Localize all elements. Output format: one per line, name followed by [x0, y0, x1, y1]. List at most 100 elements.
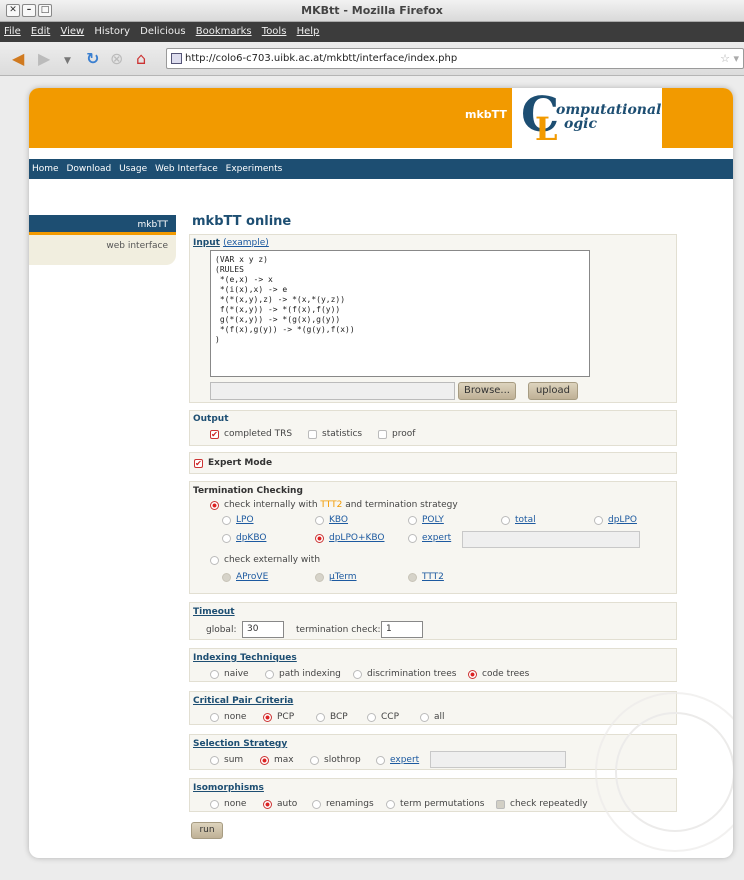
radio-icon[interactable] [367, 712, 376, 722]
home-icon[interactable]: ⌂ [136, 50, 146, 68]
radio-icon[interactable] [408, 533, 417, 543]
checkbox-icon[interactable] [378, 429, 387, 439]
radio-icon[interactable] [260, 755, 269, 765]
global-timeout-input[interactable]: 30 [242, 621, 284, 638]
criteria-ccp[interactable]: CCP [367, 712, 399, 722]
radio-icon[interactable] [210, 555, 219, 565]
close-window-button[interactable]: ✕ [6, 4, 20, 17]
back-arrow-icon[interactable]: ◀ [12, 50, 24, 68]
option-label[interactable]: µTerm [329, 572, 357, 582]
termination-timeout-input[interactable]: 1 [381, 621, 423, 638]
strategy-poly[interactable]: POLY [408, 515, 444, 525]
iso-renamings[interactable]: renamings [312, 799, 374, 809]
option-label[interactable]: LPO [236, 515, 254, 525]
radio-icon[interactable] [210, 799, 219, 809]
forward-arrow-icon[interactable]: ▶ [38, 50, 50, 68]
strategy-expert-input[interactable] [462, 531, 640, 548]
nav-web-interface[interactable]: Web Interface [155, 164, 218, 174]
menu-history[interactable]: History [94, 26, 130, 37]
option-label[interactable]: AProVE [236, 572, 268, 582]
option-label[interactable]: dpKBO [236, 533, 266, 543]
radio-icon[interactable] [386, 799, 395, 809]
maximize-window-button[interactable]: □ [38, 4, 52, 17]
radio-icon[interactable] [315, 572, 324, 582]
strategy-dpkbo[interactable]: dpKBO [222, 533, 266, 543]
radio-icon[interactable] [594, 515, 603, 525]
radio-icon[interactable] [315, 533, 324, 543]
nav-home[interactable]: Home [32, 164, 59, 174]
indexing-path[interactable]: path indexing [265, 669, 341, 679]
minimize-window-button[interactable]: – [22, 4, 36, 17]
bookmark-star-icon[interactable]: ☆ ▾ [720, 49, 739, 68]
option-label[interactable]: expert [390, 755, 419, 765]
radio-icon[interactable] [310, 755, 319, 765]
checkbox-icon[interactable] [496, 799, 505, 809]
output-completed-trs[interactable]: ✔ completed TRS [210, 429, 292, 439]
criteria-none[interactable]: none [210, 712, 246, 722]
option-label[interactable]: POLY [422, 515, 444, 525]
indexing-discrimination-trees[interactable]: discrimination trees [353, 669, 456, 679]
url-bar[interactable]: http://colo6-c703.uibk.ac.at/mkbtt/inter… [166, 48, 744, 69]
strategy-lpo[interactable]: LPO [222, 515, 254, 525]
file-path-field[interactable] [210, 382, 455, 400]
radio-icon[interactable] [312, 799, 321, 809]
selection-slothrop[interactable]: slothrop [310, 755, 361, 765]
radio-icon[interactable] [408, 572, 417, 582]
radio-icon[interactable] [315, 515, 324, 525]
option-label[interactable]: KBO [329, 515, 348, 525]
criteria-bcp[interactable]: BCP [316, 712, 348, 722]
strategy-kbo[interactable]: KBO [315, 515, 348, 525]
stop-icon[interactable]: ⊗ [110, 50, 123, 68]
selection-sum[interactable]: sum [210, 755, 243, 765]
nav-download[interactable]: Download [66, 164, 111, 174]
external-ttt2[interactable]: TTT2 [408, 572, 444, 582]
option-label[interactable]: dpLPO+KBO [329, 533, 385, 543]
radio-icon[interactable] [222, 533, 231, 543]
menu-file[interactable]: File [4, 26, 21, 37]
radio-icon[interactable] [210, 669, 219, 679]
selection-max[interactable]: max [260, 755, 294, 765]
check-internally-option[interactable]: check internally with TTT2 and terminati… [210, 500, 458, 510]
external-muterm[interactable]: µTerm [315, 572, 357, 582]
strategy-dplpo-kbo[interactable]: dpLPO+KBO [315, 533, 385, 543]
run-button[interactable]: run [191, 822, 223, 839]
browse-button[interactable]: Browse... [458, 382, 516, 400]
menu-view[interactable]: View [60, 26, 84, 37]
checkbox-icon[interactable] [308, 429, 317, 439]
history-dropdown-icon[interactable]: ▼ [64, 52, 71, 70]
radio-icon[interactable] [353, 669, 362, 679]
radio-icon[interactable] [408, 515, 417, 525]
menu-help[interactable]: Help [297, 26, 320, 37]
radio-icon[interactable] [210, 755, 219, 765]
strategy-expert[interactable]: expert [408, 533, 451, 543]
radio-icon[interactable] [265, 669, 274, 679]
option-label[interactable]: expert [422, 533, 451, 543]
menu-tools[interactable]: Tools [262, 26, 287, 37]
radio-icon[interactable] [263, 799, 272, 809]
option-label[interactable]: TTT2 [422, 572, 444, 582]
indexing-naive[interactable]: naive [210, 669, 249, 679]
radio-icon[interactable] [210, 500, 219, 510]
output-proof[interactable]: proof [378, 429, 415, 439]
criteria-pcp[interactable]: PCP [263, 712, 294, 722]
radio-icon[interactable] [263, 712, 272, 722]
sidebar-item-mkbtt[interactable]: mkbTT [29, 215, 176, 235]
radio-icon[interactable] [420, 712, 429, 722]
radio-icon[interactable] [210, 712, 219, 722]
check-externally-option[interactable]: check externally with [210, 555, 320, 565]
menu-delicious[interactable]: Delicious [140, 26, 185, 37]
sidebar-item-web-interface[interactable]: web interface [29, 235, 176, 265]
indexing-code-trees[interactable]: code trees [468, 669, 529, 679]
external-aprove[interactable]: AProVE [222, 572, 268, 582]
strategy-dplpo[interactable]: dpLPO [594, 515, 637, 525]
selection-expert-input[interactable] [430, 751, 566, 768]
upload-button[interactable]: upload [528, 382, 578, 400]
iso-term-permutations[interactable]: term permutations [386, 799, 484, 809]
iso-check-repeatedly[interactable]: check repeatedly [496, 799, 588, 809]
trs-input-textarea[interactable]: (VAR x y z) (RULES *(e,x) -> x *(i(x),x)… [210, 250, 590, 377]
iso-none[interactable]: none [210, 799, 246, 809]
option-label[interactable]: dpLPO [608, 515, 637, 525]
iso-auto[interactable]: auto [263, 799, 297, 809]
option-label[interactable]: total [515, 515, 536, 525]
selection-expert[interactable]: expert [376, 755, 419, 765]
